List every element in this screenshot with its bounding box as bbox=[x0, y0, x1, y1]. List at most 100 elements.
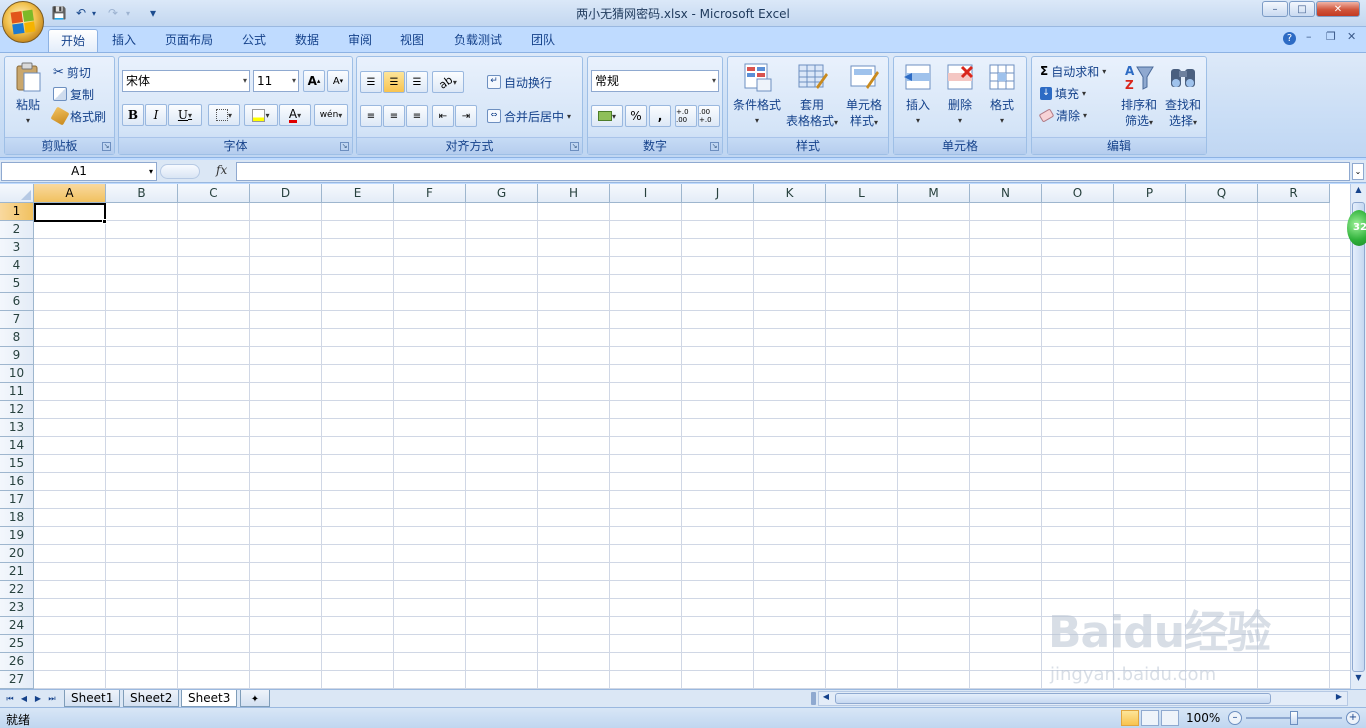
prev-sheet-icon[interactable]: ◀ bbox=[18, 692, 30, 705]
formula-input[interactable] bbox=[236, 162, 1350, 181]
row-header-8[interactable]: 8 bbox=[0, 329, 34, 347]
workbook-restore-icon[interactable]: ❐ bbox=[1326, 30, 1336, 43]
scroll-up-icon[interactable]: ▲ bbox=[1352, 185, 1365, 199]
cut-button[interactable]: ✂ 剪切 bbox=[53, 62, 91, 82]
selected-cell-a1[interactable] bbox=[34, 203, 106, 222]
column-header-j[interactable]: J bbox=[682, 184, 754, 203]
conditional-format-button[interactable]: 条件格式 ▾ bbox=[730, 61, 784, 129]
customize-quick-access-icon[interactable]: ▾ bbox=[144, 4, 162, 22]
cell-styles-button[interactable]: 单元格 样式▾ bbox=[840, 61, 888, 131]
help-icon[interactable]: ? bbox=[1283, 32, 1296, 45]
column-header-f[interactable]: F bbox=[394, 184, 466, 203]
orientation-button[interactable]: ab ▾ bbox=[432, 71, 464, 93]
column-header-a[interactable]: A bbox=[34, 184, 106, 203]
align-bottom-button[interactable]: ☰ bbox=[406, 71, 428, 93]
column-header-i[interactable]: I bbox=[610, 184, 682, 203]
sheet-tab-sheet2[interactable]: Sheet2 bbox=[123, 690, 180, 707]
increase-indent-button[interactable]: ⇥ bbox=[455, 105, 477, 127]
tab-load-test[interactable]: 负载测试 bbox=[442, 29, 514, 52]
format-cells-button[interactable]: 格式 ▾ bbox=[982, 61, 1022, 129]
column-header-m[interactable]: M bbox=[898, 184, 970, 203]
column-header-h[interactable]: H bbox=[538, 184, 610, 203]
align-right-button[interactable]: ≡ bbox=[406, 105, 428, 127]
row-header-2[interactable]: 2 bbox=[0, 221, 34, 239]
fill-handle[interactable] bbox=[102, 219, 107, 224]
column-header-c[interactable]: C bbox=[178, 184, 250, 203]
column-header-b[interactable]: B bbox=[106, 184, 178, 203]
zoom-slider-thumb[interactable] bbox=[1290, 711, 1298, 725]
horizontal-scrollbar[interactable]: ◀ ▶ bbox=[818, 691, 1348, 706]
insert-cells-button[interactable]: 插入 ▾ bbox=[898, 61, 938, 129]
clipboard-launcher-icon[interactable]: ↘ bbox=[102, 142, 111, 151]
worksheet-grid[interactable]: ABCDEFGHIJKLMNOPQR 1 2 3 4 5 6 7 8 9 10 11 12 13 14 15… bbox=[0, 184, 1350, 689]
row-header-27[interactable]: 27 bbox=[0, 671, 34, 689]
alignment-launcher-icon[interactable]: ↘ bbox=[570, 142, 579, 151]
vertical-scroll-thumb[interactable] bbox=[1352, 202, 1365, 672]
clear-button[interactable]: 清除 ▾ bbox=[1038, 105, 1087, 125]
number-launcher-icon[interactable]: ↘ bbox=[710, 142, 719, 151]
column-header-d[interactable]: D bbox=[250, 184, 322, 203]
scroll-left-icon[interactable]: ◀ bbox=[820, 692, 832, 705]
paste-button[interactable]: 粘贴 ▾ bbox=[9, 61, 47, 129]
row-header-20[interactable]: 20 bbox=[0, 545, 34, 563]
row-header-17[interactable]: 17 bbox=[0, 491, 34, 509]
row-header-12[interactable]: 12 bbox=[0, 401, 34, 419]
last-sheet-icon[interactable]: ⏭ bbox=[46, 692, 58, 705]
row-header-11[interactable]: 11 bbox=[0, 383, 34, 401]
zoom-in-button[interactable]: + bbox=[1346, 711, 1360, 725]
row-header-1[interactable]: 1 bbox=[0, 203, 34, 221]
redo-dropdown-icon[interactable]: ▾ bbox=[124, 4, 132, 22]
column-header-k[interactable]: K bbox=[754, 184, 826, 203]
bold-button[interactable]: B bbox=[122, 104, 144, 126]
font-name-combo[interactable]: 宋体 ▾ bbox=[122, 70, 250, 92]
autosum-button[interactable]: Σ 自动求和 ▾ bbox=[1040, 61, 1106, 81]
fill-button[interactable]: ↓ 填充 ▾ bbox=[1040, 83, 1086, 103]
select-all-corner[interactable] bbox=[0, 184, 34, 203]
merge-center-button[interactable]: ⇔ 合并后居中 ▾ bbox=[487, 106, 571, 126]
percent-button[interactable]: % bbox=[625, 105, 647, 127]
borders-button[interactable]: ▾ bbox=[208, 104, 240, 126]
expand-formula-bar-icon[interactable]: ⌄ bbox=[1352, 163, 1364, 180]
column-header-l[interactable]: L bbox=[826, 184, 898, 203]
redo-icon[interactable]: ↷ bbox=[104, 4, 122, 22]
column-header-n[interactable]: N bbox=[970, 184, 1042, 203]
row-header-6[interactable]: 6 bbox=[0, 293, 34, 311]
copy-button[interactable]: 复制 bbox=[53, 84, 94, 104]
phonetic-button[interactable]: wén ▾ bbox=[314, 104, 348, 126]
currency-button[interactable]: ▾ bbox=[591, 105, 623, 127]
column-header-g[interactable]: G bbox=[466, 184, 538, 203]
row-header-25[interactable]: 25 bbox=[0, 635, 34, 653]
row-header-21[interactable]: 21 bbox=[0, 563, 34, 581]
comma-button[interactable]: , bbox=[649, 105, 671, 127]
format-as-table-button[interactable]: 套用 表格格式▾ bbox=[784, 61, 840, 131]
row-header-4[interactable]: 4 bbox=[0, 257, 34, 275]
delete-cells-button[interactable]: 删除 ▾ bbox=[940, 61, 980, 129]
row-header-7[interactable]: 7 bbox=[0, 311, 34, 329]
sheet-tab-sheet3[interactable]: Sheet3 bbox=[181, 690, 238, 707]
fill-color-button[interactable]: ▾ bbox=[244, 104, 278, 126]
floating-ball[interactable]: 32 bbox=[1347, 210, 1366, 246]
row-header-26[interactable]: 26 bbox=[0, 653, 34, 671]
underline-button[interactable]: U ▾ bbox=[168, 104, 202, 126]
office-button[interactable] bbox=[2, 1, 44, 43]
tab-team[interactable]: 团队 bbox=[519, 29, 567, 52]
zoom-out-button[interactable]: – bbox=[1228, 711, 1242, 725]
tab-insert[interactable]: 插入 bbox=[100, 29, 148, 52]
close-button[interactable]: ✕ bbox=[1316, 1, 1360, 17]
sheet-tab-sheet1[interactable]: Sheet1 bbox=[64, 690, 121, 707]
align-left-button[interactable]: ≡ bbox=[360, 105, 382, 127]
normal-view-icon[interactable] bbox=[1121, 710, 1139, 726]
row-header-22[interactable]: 22 bbox=[0, 581, 34, 599]
row-header-10[interactable]: 10 bbox=[0, 365, 34, 383]
align-middle-button[interactable]: ☰ bbox=[383, 71, 405, 93]
italic-button[interactable]: I bbox=[145, 104, 167, 126]
insert-sheet-button[interactable]: ✦ bbox=[240, 690, 270, 707]
increase-decimal-button[interactable]: +.0 .00 bbox=[675, 105, 697, 127]
font-size-combo[interactable]: 11 ▾ bbox=[253, 70, 299, 92]
align-center-button[interactable]: ≡ bbox=[383, 105, 405, 127]
row-header-3[interactable]: 3 bbox=[0, 239, 34, 257]
name-box[interactable]: A1 ▾ bbox=[1, 162, 157, 181]
row-header-13[interactable]: 13 bbox=[0, 419, 34, 437]
decrease-indent-button[interactable]: ⇤ bbox=[432, 105, 454, 127]
column-header-r[interactable]: R bbox=[1258, 184, 1330, 203]
